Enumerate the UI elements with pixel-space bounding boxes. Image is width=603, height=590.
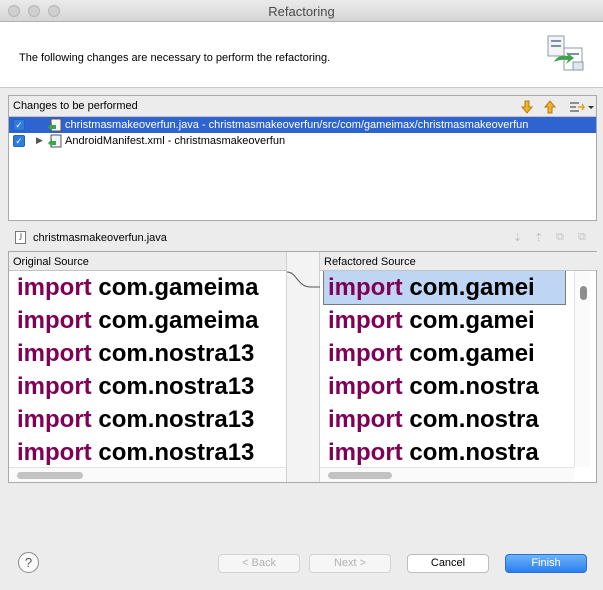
code-text: com.gamei: [409, 340, 535, 367]
code-keyword: import: [328, 373, 403, 400]
code-line: import com.nostra13: [9, 370, 286, 403]
change-item-label: christmasmakeoverfun.java - christmasmak…: [65, 119, 529, 131]
java-change-icon: [48, 118, 62, 132]
change-item-java[interactable]: ✓ christmasmakeoverfun.java - christmasm…: [9, 117, 596, 133]
code-keyword: import: [328, 274, 403, 301]
code-keyword: import: [328, 340, 403, 367]
next-change-button[interactable]: [518, 98, 536, 115]
code-line: import com.nostra13: [9, 337, 286, 370]
code-line: import com.gamei: [323, 271, 566, 305]
wizard-banner: The following changes are necessary to p…: [0, 22, 603, 88]
compare-gutter: [286, 252, 321, 482]
arrow-up-icon: [544, 99, 556, 113]
code-line: import com.gameima: [9, 271, 286, 304]
code-text: com.nostra: [409, 406, 539, 433]
code-line: import com.nostra: [320, 403, 574, 436]
title-bar: Refactoring: [0, 0, 603, 22]
copy-left-icon[interactable]: ⧉: [556, 231, 564, 244]
next-difference-icon[interactable]: ⇣: [513, 231, 522, 244]
refactored-horizontal-scrollbar[interactable]: [320, 467, 574, 482]
java-file-icon: J: [15, 231, 26, 244]
code-keyword: import: [328, 307, 403, 334]
code-keyword: import: [17, 274, 92, 301]
code-line: import com.nostra13: [9, 436, 286, 467]
back-button[interactable]: < Back: [218, 554, 300, 573]
code-keyword: import: [328, 406, 403, 433]
original-source-header: Original Source: [9, 252, 286, 271]
code-text: com.gameima: [98, 307, 259, 334]
code-keyword: import: [17, 307, 92, 334]
code-line: import com.nostra13: [9, 403, 286, 436]
code-line: import com.nostra: [320, 436, 574, 467]
change-item-manifest[interactable]: ✓ ▶ AndroidManifest.xml - christmasmakeo…: [9, 133, 596, 149]
compare-viewer: Original Source import com.gameima import…: [8, 251, 598, 483]
changes-header-label: Changes to be performed: [13, 100, 138, 112]
code-line: import com.gamei: [320, 337, 574, 370]
filter-dropdown-icon: [570, 101, 594, 112]
compare-file-name: christmasmakeoverfun.java: [33, 232, 167, 244]
finish-button[interactable]: Finish: [505, 554, 587, 573]
changes-header: Changes to be performed: [9, 96, 596, 117]
code-keyword: import: [17, 373, 92, 400]
change-item-label: AndroidManifest.xml - christmasmakeoverf…: [65, 135, 286, 147]
previous-change-button[interactable]: [541, 98, 559, 115]
compare-file-bar: J christmasmakeoverfun.java ⇣ ⇡ ⧉ ⧉: [8, 228, 597, 248]
code-text: com.nostra13: [98, 340, 255, 367]
banner-message: The following changes are necessary to p…: [19, 52, 331, 64]
original-horizontal-scrollbar[interactable]: [9, 467, 286, 482]
help-button[interactable]: ?: [18, 552, 39, 573]
original-source-pane[interactable]: import com.gameima import com.gameima impo…: [9, 271, 286, 467]
code-text: com.nostra: [409, 373, 539, 400]
code-line: import com.nostra: [320, 370, 574, 403]
filter-changes-menu[interactable]: [567, 98, 595, 115]
manifest-change-icon: [48, 134, 62, 148]
arrow-down-icon: [521, 100, 533, 114]
window-title: Refactoring: [268, 4, 335, 19]
code-text: com.gamei: [409, 307, 535, 334]
code-text: com.nostra13: [98, 373, 255, 400]
refactored-vertical-scrollbar[interactable]: [574, 271, 590, 467]
code-text: com.gameima: [98, 274, 259, 301]
code-text: com.nostra13: [98, 439, 255, 466]
changes-panel: Changes to be performed ✓ christmasmakeo…: [8, 95, 597, 221]
code-text: com.nostra13: [98, 406, 255, 433]
code-keyword: import: [17, 340, 92, 367]
next-button[interactable]: Next >: [309, 554, 391, 573]
code-text: com.gamei: [409, 274, 535, 301]
code-line: import com.gameima: [9, 304, 286, 337]
change-checkbox-java[interactable]: ✓: [13, 119, 25, 131]
code-keyword: import: [17, 406, 92, 433]
refactored-source-header: Refactored Source: [320, 252, 598, 271]
change-checkbox-manifest[interactable]: ✓: [13, 135, 25, 147]
cancel-button[interactable]: Cancel: [407, 554, 489, 573]
refactored-source-pane[interactable]: import com.gamei import com.gamei import c…: [320, 271, 574, 467]
previous-difference-icon[interactable]: ⇡: [534, 231, 543, 244]
code-keyword: import: [17, 439, 92, 466]
code-keyword: import: [328, 439, 403, 466]
code-line: import com.gamei: [320, 304, 574, 337]
expand-triangle-icon[interactable]: ▶: [36, 135, 43, 146]
copy-right-icon[interactable]: ⧉: [578, 231, 586, 244]
refactoring-wizard-icon: [547, 35, 584, 71]
code-text: com.nostra: [409, 439, 539, 466]
